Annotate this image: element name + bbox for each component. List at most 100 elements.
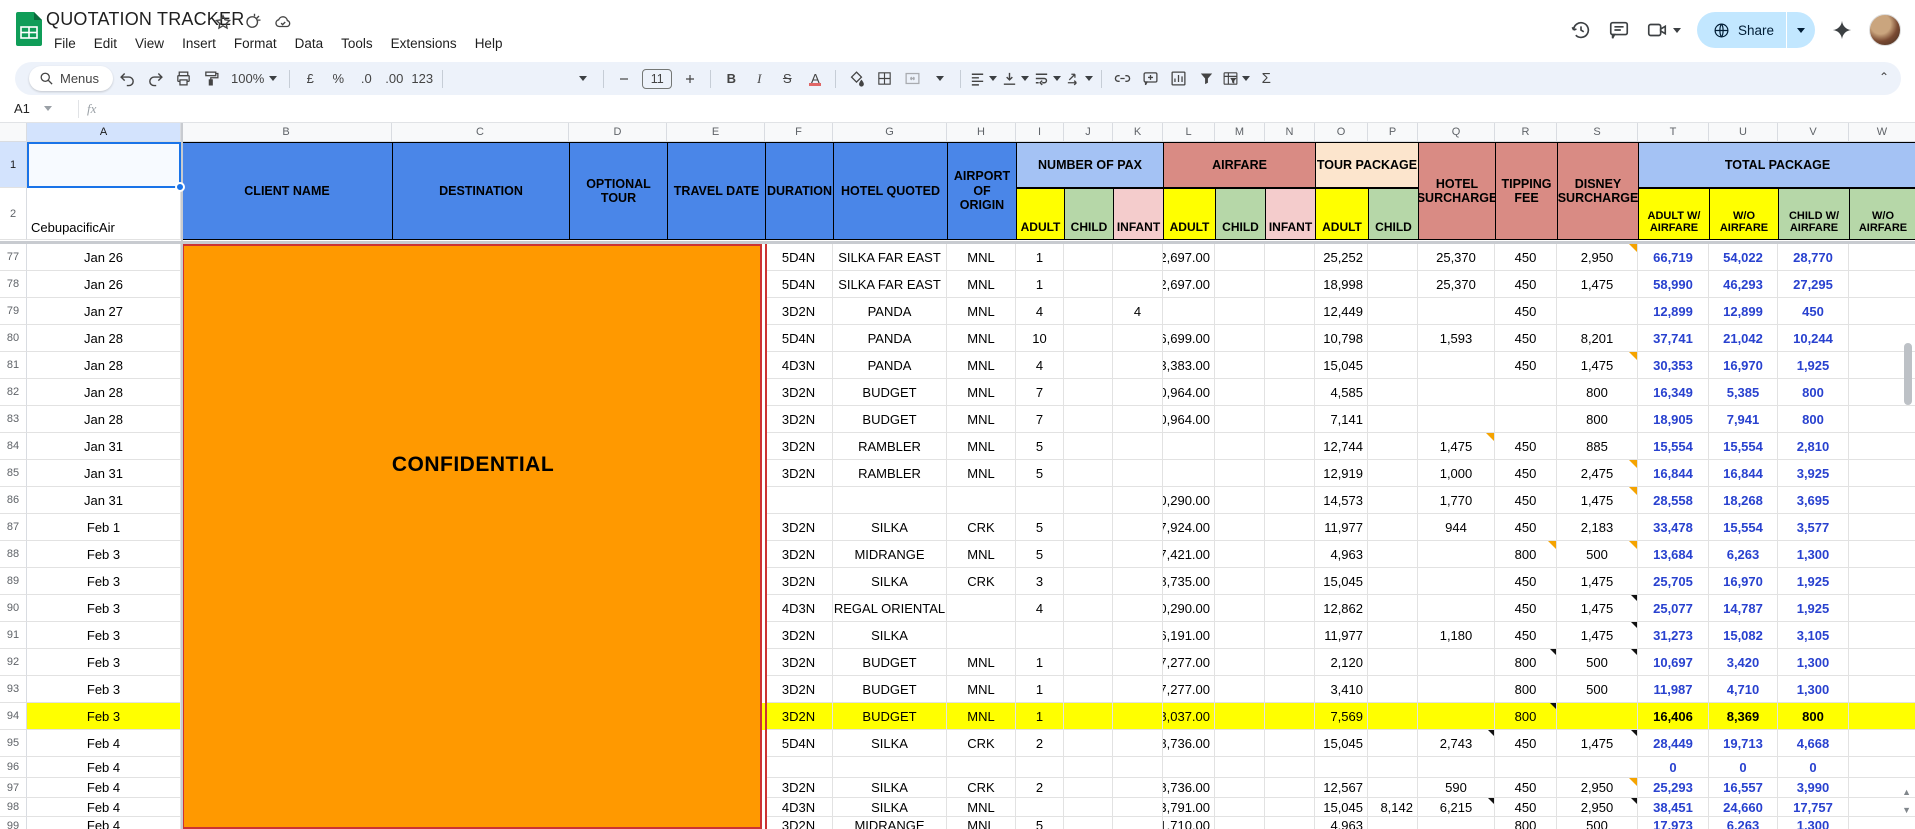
cell-H95[interactable]: CRK <box>947 730 1016 757</box>
cell-G84[interactable]: RAMBLER <box>833 433 947 460</box>
cell-F95[interactable]: 5D4N <box>765 730 833 757</box>
cell-R95[interactable]: 450 <box>1495 730 1557 757</box>
row-header-81[interactable]: 81 <box>0 352 27 379</box>
cell-M84[interactable] <box>1215 433 1265 460</box>
cell-G98[interactable]: SILKA <box>833 798 947 817</box>
row-header-86[interactable]: 86 <box>0 487 27 514</box>
cell-O94[interactable]: 7,569 <box>1315 703 1368 730</box>
cell-W90[interactable] <box>1849 595 1915 622</box>
cell-S87[interactable]: 2,183 <box>1557 514 1638 541</box>
sub-header-K[interactable]: INFANT <box>1113 188 1164 240</box>
cell-T80[interactable]: 37,741 <box>1638 325 1709 352</box>
cell-P80[interactable] <box>1368 325 1418 352</box>
create-filter-button[interactable] <box>1194 67 1218 91</box>
cell-K89[interactable] <box>1113 568 1163 595</box>
cell-Q90[interactable] <box>1418 595 1495 622</box>
cell-A81[interactable]: Jan 28 <box>27 352 181 379</box>
vertical-scrollbar[interactable] <box>1904 343 1912 405</box>
borders-button[interactable] <box>872 67 896 91</box>
cell-O81[interactable]: 15,045 <box>1315 352 1368 379</box>
cell-L85[interactable] <box>1163 460 1215 487</box>
version-history-icon[interactable] <box>1570 19 1592 41</box>
cell-L97[interactable]: 8,736.00 <box>1163 778 1215 798</box>
cell-I81[interactable]: 4 <box>1016 352 1064 379</box>
cell-Q95[interactable]: 2,743 <box>1418 730 1495 757</box>
cell-V98[interactable]: 17,757 <box>1778 798 1849 817</box>
row-header-97[interactable]: 97 <box>0 778 27 798</box>
cell-F91[interactable]: 3D2N <box>765 622 833 649</box>
cell-T92[interactable]: 10,697 <box>1638 649 1709 676</box>
cell-S86[interactable]: 1,475 <box>1557 487 1638 514</box>
cell-K79[interactable]: 4 <box>1113 298 1163 325</box>
cell-J91[interactable] <box>1064 622 1113 649</box>
cell-S84[interactable]: 885 <box>1557 433 1638 460</box>
text-wrap-button[interactable] <box>1033 67 1062 91</box>
cell-O99[interactable]: 4,963 <box>1315 817 1368 829</box>
column-header-I[interactable]: I <box>1016 123 1064 142</box>
cell-U96[interactable]: 0 <box>1709 757 1778 778</box>
sub-header-M[interactable]: CHILD <box>1215 188 1266 240</box>
cell-L95[interactable]: 8,736.00 <box>1163 730 1215 757</box>
cell-N81[interactable] <box>1265 352 1315 379</box>
cell-F83[interactable]: 3D2N <box>765 406 833 433</box>
cell-M86[interactable] <box>1215 487 1265 514</box>
cell-K88[interactable] <box>1113 541 1163 568</box>
cell-V95[interactable]: 4,668 <box>1778 730 1849 757</box>
cell-R90[interactable]: 450 <box>1495 595 1557 622</box>
cell-S99[interactable]: 500 <box>1557 817 1638 829</box>
cell-Q99[interactable] <box>1418 817 1495 829</box>
row-header-78[interactable]: 78 <box>0 271 27 298</box>
meet-caret-icon[interactable] <box>1672 27 1681 33</box>
row-header-80[interactable]: 80 <box>0 325 27 352</box>
cell-V88[interactable]: 1,300 <box>1778 541 1849 568</box>
cell-F80[interactable]: 5D4N <box>765 325 833 352</box>
row-header-99[interactable]: 99 <box>0 817 27 829</box>
cell-N77[interactable] <box>1265 244 1315 271</box>
cell-H84[interactable]: MNL <box>947 433 1016 460</box>
cell-K87[interactable] <box>1113 514 1163 541</box>
cell-K99[interactable] <box>1113 817 1163 829</box>
cell-I91[interactable] <box>1016 622 1064 649</box>
cell-R81[interactable]: 450 <box>1495 352 1557 379</box>
cell-O84[interactable]: 12,744 <box>1315 433 1368 460</box>
cell-Q87[interactable]: 944 <box>1418 514 1495 541</box>
cell-A80[interactable]: Jan 28 <box>27 325 181 352</box>
cell-T97[interactable]: 25,293 <box>1638 778 1709 798</box>
cell-K93[interactable] <box>1113 676 1163 703</box>
cell-O91[interactable]: 11,977 <box>1315 622 1368 649</box>
header-R[interactable]: TIPPING FEE <box>1495 142 1558 240</box>
cell-U79[interactable]: 12,899 <box>1709 298 1778 325</box>
column-header-U[interactable]: U <box>1709 123 1778 142</box>
cell-A95[interactable]: Feb 4 <box>27 730 181 757</box>
cell-U78[interactable]: 46,293 <box>1709 271 1778 298</box>
row-header-88[interactable]: 88 <box>0 541 27 568</box>
cell-V78[interactable]: 27,295 <box>1778 271 1849 298</box>
cell-A93[interactable]: Feb 3 <box>27 676 181 703</box>
insert-comment-button[interactable] <box>1138 67 1162 91</box>
cell-K97[interactable] <box>1113 778 1163 798</box>
filter-views-button[interactable] <box>1222 67 1251 91</box>
cell-L99[interactable]: 11,710.00 <box>1163 817 1215 829</box>
cell-M98[interactable] <box>1215 798 1265 817</box>
cell-H92[interactable]: MNL <box>947 649 1016 676</box>
sub-header-U[interactable]: W/O AIRFARE <box>1709 188 1779 240</box>
cell-N97[interactable] <box>1265 778 1315 798</box>
cell-G95[interactable]: SILKA <box>833 730 947 757</box>
cell-I92[interactable]: 1 <box>1016 649 1064 676</box>
header-F[interactable]: DURATION <box>765 142 834 240</box>
cell-Q84[interactable]: 1,475 <box>1418 433 1495 460</box>
cell-G90[interactable]: REGAL ORIENTAL <box>833 595 947 622</box>
cell-U85[interactable]: 16,844 <box>1709 460 1778 487</box>
cell-G97[interactable]: SILKA <box>833 778 947 798</box>
sub-header-P[interactable]: CHILD <box>1368 188 1419 240</box>
cell-S94[interactable] <box>1557 703 1638 730</box>
share-dropdown[interactable] <box>1787 12 1815 48</box>
cell-M92[interactable] <box>1215 649 1265 676</box>
cell-Q82[interactable] <box>1418 379 1495 406</box>
cell-G88[interactable]: MIDRANGE <box>833 541 947 568</box>
cell-O90[interactable]: 12,862 <box>1315 595 1368 622</box>
cell-V94[interactable]: 800 <box>1778 703 1849 730</box>
row-header-87[interactable]: 87 <box>0 514 27 541</box>
cell-W78[interactable] <box>1849 271 1915 298</box>
cell-H88[interactable]: MNL <box>947 541 1016 568</box>
